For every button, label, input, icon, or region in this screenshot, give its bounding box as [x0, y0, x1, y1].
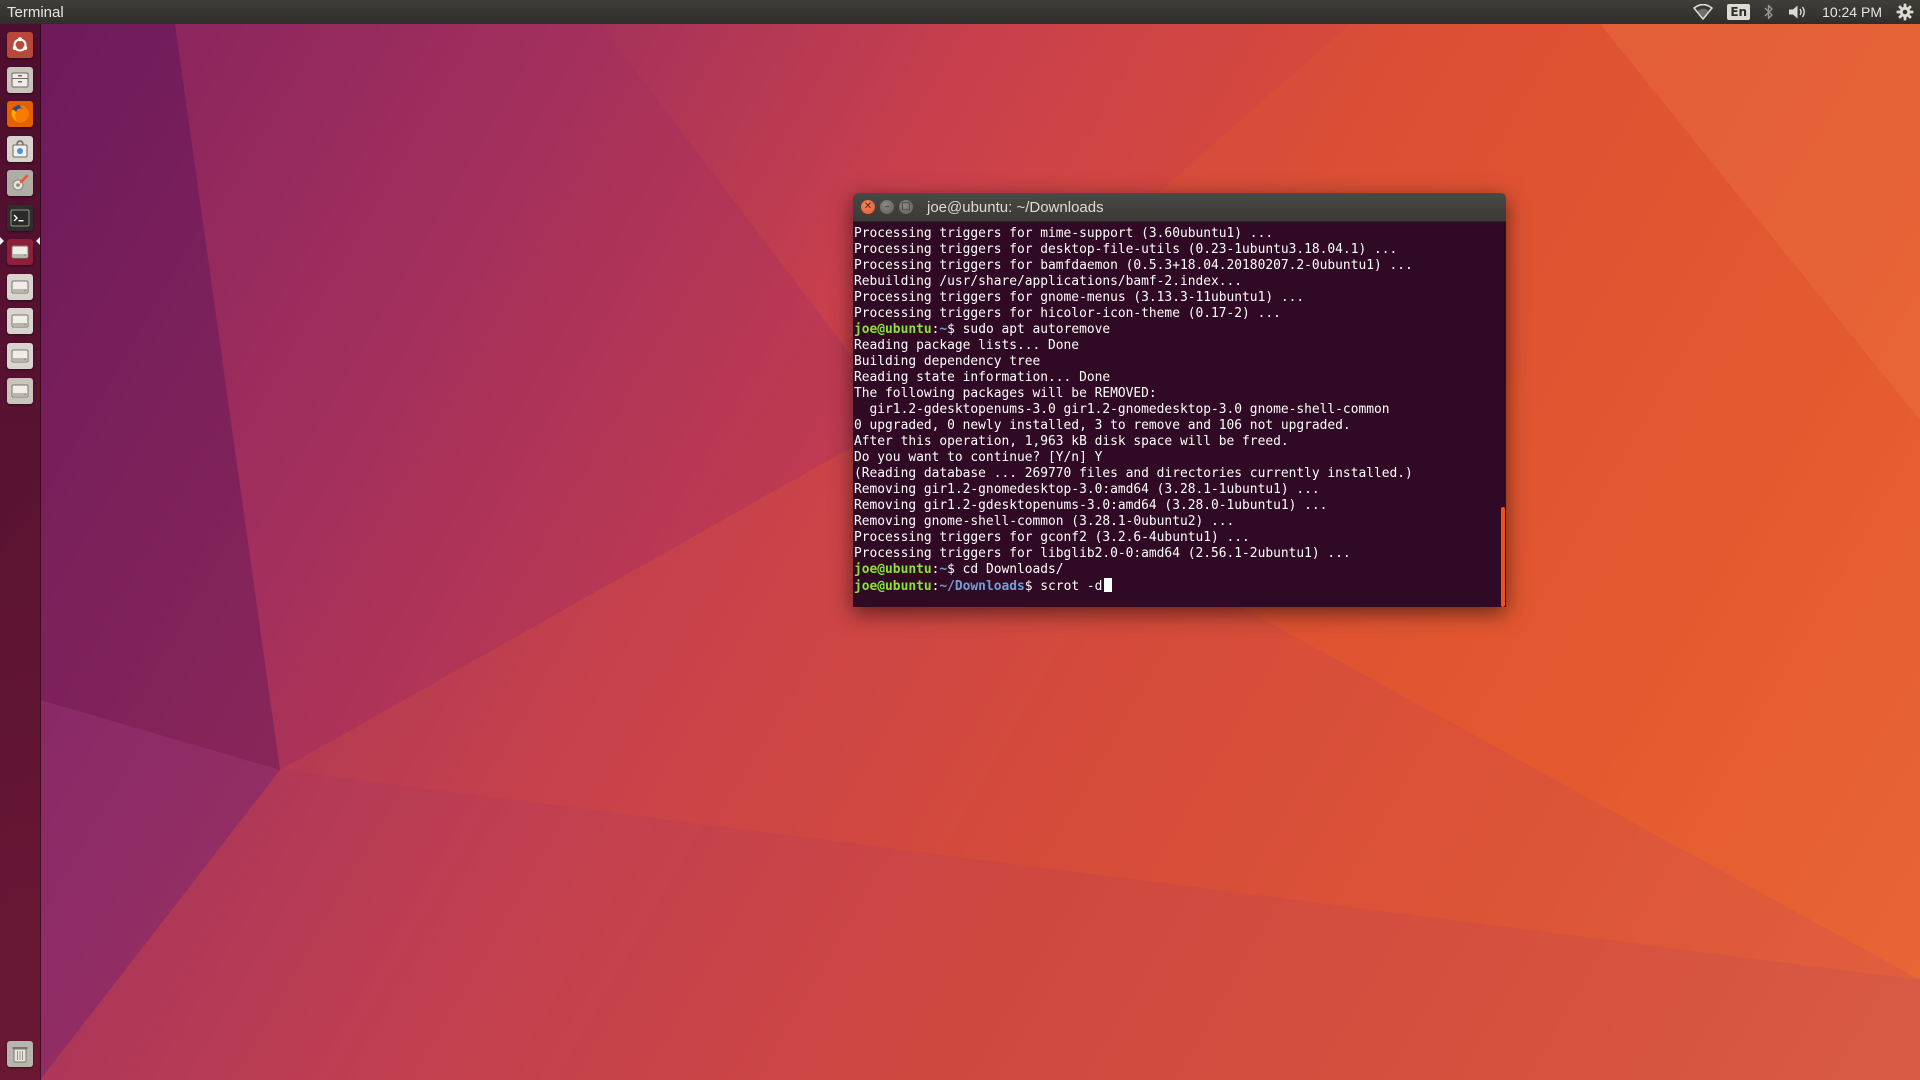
launcher-drive-1[interactable]: [4, 236, 36, 268]
output-line: After this operation, 1,963 kB disk spac…: [854, 434, 1289, 449]
output-line: Processing triggers for gconf2 (3.2.6-4u…: [854, 530, 1250, 545]
launcher-drive-4[interactable]: [4, 340, 36, 372]
prompt-user: joe@ubuntu: [854, 322, 932, 337]
terminal-icon: [7, 205, 33, 231]
minimize-button[interactable]: –: [880, 200, 894, 214]
output-line: Removing gnome-shell-common (3.28.1-0ubu…: [854, 514, 1235, 529]
desktop[interactable]: Terminal En 10:24 PM ✕ – □ joe@ubuntu: ~…: [0, 0, 1920, 1080]
launcher-files[interactable]: [4, 64, 36, 96]
terminal-output[interactable]: Processing triggers for mime-support (3.…: [853, 222, 1506, 607]
drive-icon: [7, 239, 33, 265]
shopping-bag-icon: [7, 136, 33, 162]
prompt-path: ~: [939, 562, 948, 577]
output-line: Processing triggers for hicolor-icon-the…: [854, 306, 1281, 321]
scrollbar-thumb[interactable]: [1501, 507, 1505, 607]
prompt-dollar: $: [947, 322, 963, 337]
output-line: The following packages will be REMOVED:: [854, 386, 1157, 401]
command-text: sudo apt autoremove: [962, 322, 1111, 337]
output-line: Processing triggers for libglib2.0-0:amd…: [854, 546, 1351, 561]
output-line: Processing triggers for mime-support (3.…: [854, 226, 1274, 241]
drive-icon: [7, 274, 33, 300]
output-line: Removing gir1.2-gdesktopenums-3.0:amd64 …: [854, 498, 1328, 513]
prompt-user: joe@ubuntu: [854, 562, 932, 577]
system-gear-icon[interactable]: [1896, 3, 1914, 21]
output-line: gir1.2-gdesktopenums-3.0 gir1.2-gnomedes…: [854, 402, 1390, 417]
launcher-drive-3[interactable]: [4, 305, 36, 337]
output-line: Do you want to continue? [Y/n] Y: [854, 450, 1103, 465]
launcher-trash[interactable]: [4, 1038, 36, 1070]
output-line: Rebuilding /usr/share/applications/bamf-…: [854, 274, 1243, 289]
ubuntu-logo-icon: [7, 32, 33, 58]
wrench-gear-icon: [7, 170, 33, 196]
file-cabinet-icon: [7, 67, 33, 93]
window-title: joe@ubuntu: ~/Downloads: [927, 198, 1104, 216]
minimize-icon: –: [884, 201, 890, 212]
close-icon: ✕: [863, 201, 873, 212]
output-line: Removing gir1.2-gnomedesktop-3.0:amd64 (…: [854, 482, 1320, 497]
wifi-icon[interactable]: [1693, 4, 1714, 20]
top-panel: Terminal En 10:24 PM: [0, 0, 1920, 24]
prompt-path: ~/Downloads: [939, 579, 1025, 594]
trash-icon: [7, 1041, 33, 1067]
launcher-settings[interactable]: [4, 167, 36, 199]
launcher-software[interactable]: [4, 133, 36, 165]
launcher-drive-5[interactable]: [4, 375, 36, 407]
output-line: Reading state information... Done: [854, 370, 1111, 385]
launcher-terminal[interactable]: [4, 202, 36, 234]
bluetooth-icon[interactable]: [1764, 4, 1774, 20]
active-app-title: Terminal: [7, 3, 64, 21]
drive-icon: [7, 343, 33, 369]
launcher: [0, 24, 41, 1080]
keyboard-language-indicator[interactable]: En: [1727, 4, 1751, 20]
output-line: 0 upgraded, 0 newly installed, 3 to remo…: [854, 418, 1351, 433]
terminal-window[interactable]: ✕ – □ joe@ubuntu: ~/Downloads Processing…: [853, 193, 1506, 607]
clock[interactable]: 10:24 PM: [1822, 4, 1882, 20]
prompt-line: joe@ubuntu:~/Downloads$ scrot -d: [854, 578, 1506, 594]
volume-icon[interactable]: [1788, 4, 1808, 20]
output-line: (Reading database ... 269770 files and d…: [854, 466, 1413, 481]
maximize-button[interactable]: □: [899, 200, 913, 214]
launcher-drive-2[interactable]: [4, 271, 36, 303]
command-text: scrot -d: [1040, 579, 1103, 594]
focused-indicator: [36, 237, 40, 245]
firefox-icon: [7, 101, 33, 127]
prompt-dollar: $: [947, 562, 963, 577]
launcher-firefox[interactable]: [4, 98, 36, 130]
drive-icon: [7, 308, 33, 334]
command-text: cd Downloads/: [962, 562, 1064, 577]
prompt-line: joe@ubuntu:~$ cd Downloads/: [854, 562, 1506, 578]
drive-icon: [7, 378, 33, 404]
terminal-text: Processing triggers for mime-support (3.…: [853, 226, 1506, 594]
output-line: Building dependency tree: [854, 354, 1041, 369]
prompt-user: joe@ubuntu: [854, 579, 932, 594]
prompt-path: ~: [939, 322, 948, 337]
output-line: Processing triggers for bamfdaemon (0.5.…: [854, 258, 1413, 273]
output-line: Processing triggers for desktop-file-uti…: [854, 242, 1398, 257]
window-titlebar[interactable]: ✕ – □ joe@ubuntu: ~/Downloads: [853, 193, 1506, 222]
output-line: Reading package lists... Done: [854, 338, 1080, 353]
prompt-dollar: $: [1024, 579, 1041, 594]
prompt-line: joe@ubuntu:~$ sudo apt autoremove: [854, 322, 1506, 338]
launcher-dash-search[interactable]: [4, 29, 36, 61]
scrollbar[interactable]: [1501, 222, 1505, 607]
maximize-icon: □: [901, 201, 911, 212]
output-line: Processing triggers for gnome-menus (3.1…: [854, 290, 1305, 305]
indicator-area: En 10:24 PM: [1693, 3, 1914, 21]
text-cursor: [1104, 578, 1113, 592]
close-button[interactable]: ✕: [861, 200, 875, 214]
